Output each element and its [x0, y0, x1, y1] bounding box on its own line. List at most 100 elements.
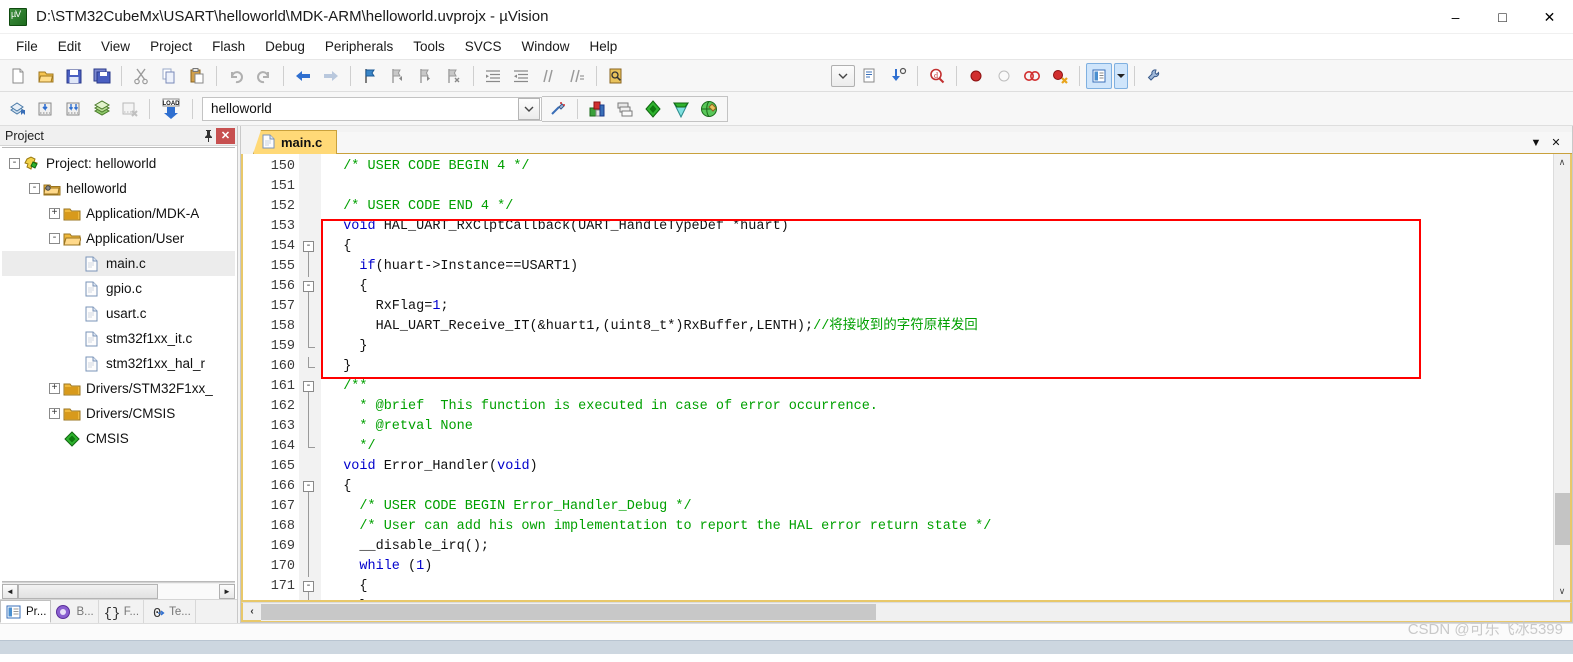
menu-item-tools[interactable]: Tools	[403, 36, 455, 57]
code-line[interactable]: * @retval None	[321, 417, 1553, 437]
maximize-button[interactable]: □	[1479, 0, 1526, 34]
code-line[interactable]: {	[321, 237, 1553, 257]
hscroll-thumb[interactable]	[261, 603, 876, 620]
fold-marker-row[interactable]	[299, 317, 321, 337]
combo-dropdown-icon[interactable]	[831, 64, 855, 87]
fold-marker-row[interactable]: -	[299, 237, 321, 257]
fold-marker-row[interactable]	[299, 297, 321, 317]
menu-item-svcs[interactable]: SVCS	[455, 36, 512, 57]
fold-marker-row[interactable]	[299, 457, 321, 477]
code-line[interactable]: }	[321, 337, 1553, 357]
fold-collapse-icon[interactable]: -	[303, 581, 314, 592]
tree-item-cmsis[interactable]: CMSIS	[2, 426, 235, 451]
fold-marker-row[interactable]	[299, 557, 321, 577]
tab-list-dropdown-icon[interactable]: ▼	[1526, 133, 1546, 153]
open-file-icon[interactable]	[33, 63, 59, 89]
fold-marker-row[interactable]	[299, 517, 321, 537]
menu-item-file[interactable]: File	[6, 36, 48, 57]
panel-tab-te[interactable]: 0 Te...	[144, 600, 196, 623]
breakpoint-insert-icon[interactable]	[963, 63, 989, 89]
code-line[interactable]: {	[321, 277, 1553, 297]
fold-marker-row[interactable]	[299, 357, 321, 377]
uncomment-icon[interactable]	[564, 63, 590, 89]
expand-icon[interactable]: +	[49, 408, 60, 419]
pin-icon[interactable]	[200, 128, 216, 144]
navigate-forward-icon[interactable]	[318, 63, 344, 89]
vscroll-track[interactable]	[1553, 171, 1570, 583]
panel-tab-f[interactable]: {} F...	[99, 600, 145, 623]
fold-collapse-icon[interactable]: -	[303, 481, 314, 492]
menu-item-peripherals[interactable]: Peripherals	[315, 36, 403, 57]
menu-item-edit[interactable]: Edit	[48, 36, 91, 57]
tree-item-application-mdk-a[interactable]: + Application/MDK-A	[2, 201, 235, 226]
scroll-thumb[interactable]	[18, 583, 158, 599]
code-line[interactable]: */	[321, 437, 1553, 457]
bookmark-prev-icon[interactable]	[385, 63, 411, 89]
save-icon[interactable]	[61, 63, 87, 89]
editor-hscrollbar[interactable]: ‹	[241, 602, 1572, 622]
scroll-up-icon[interactable]: ∧	[1553, 154, 1570, 171]
menu-item-window[interactable]: Window	[511, 36, 579, 57]
save-all-icon[interactable]	[89, 63, 115, 89]
editor-tab-main-c[interactable]: main.c	[253, 130, 338, 154]
fold-marker-row[interactable]	[299, 257, 321, 277]
fold-marker-row[interactable]	[299, 437, 321, 457]
tree-item-usart-c[interactable]: usart.c	[2, 301, 235, 326]
code-line[interactable]: * @brief This function is executed in ca…	[321, 397, 1553, 417]
code-line[interactable]	[321, 177, 1553, 197]
close-button[interactable]: ✕	[1526, 0, 1573, 34]
stop-build-icon[interactable]	[117, 96, 143, 122]
manage-run-time-env-icon[interactable]	[640, 96, 666, 122]
cut-icon[interactable]	[128, 63, 154, 89]
editor-vscrollbar[interactable]: ∧ ∨	[1553, 154, 1570, 600]
build-icon[interactable]	[33, 96, 59, 122]
code-line[interactable]: HAL_UART_Receive_IT(&huart1,(uint8_t*)Rx…	[321, 317, 1553, 337]
redo-icon[interactable]	[251, 63, 277, 89]
tree-item-application-user[interactable]: - Application/User	[2, 226, 235, 251]
configure-icon[interactable]	[1141, 63, 1167, 89]
scroll-right-icon[interactable]: ►	[219, 583, 235, 599]
find-in-files-icon[interactable]	[603, 63, 629, 89]
translate-icon[interactable]	[5, 96, 31, 122]
fold-marker-row[interactable]: -	[299, 277, 321, 297]
copy-icon[interactable]	[156, 63, 182, 89]
scroll-left-icon[interactable]: ‹	[243, 603, 261, 621]
hscroll-track[interactable]	[261, 602, 1570, 621]
expand-icon[interactable]: +	[49, 208, 60, 219]
code-line[interactable]: void Error_Handler(void)	[321, 457, 1553, 477]
fold-margin[interactable]: - - - - -	[299, 154, 321, 600]
menu-item-project[interactable]: Project	[140, 36, 202, 57]
indent-increase-icon[interactable]	[480, 63, 506, 89]
collapse-icon[interactable]: -	[9, 158, 20, 169]
bookmark-toggle-icon[interactable]	[357, 63, 383, 89]
paste-icon[interactable]	[184, 63, 210, 89]
breakpoints-kill-all-icon[interactable]	[1047, 63, 1073, 89]
fold-marker-row[interactable]	[299, 597, 321, 600]
code-line[interactable]: RxFlag=1;	[321, 297, 1553, 317]
undo-icon[interactable]	[223, 63, 249, 89]
code-line[interactable]: /**	[321, 377, 1553, 397]
fold-marker-row[interactable]	[299, 197, 321, 217]
select-software-packs-icon[interactable]	[668, 96, 694, 122]
panel-tab-pr[interactable]: Pr...	[0, 600, 52, 623]
code-line[interactable]: {	[321, 577, 1553, 597]
tree-item-project-helloworld[interactable]: - Project: helloworld	[2, 151, 235, 176]
navigate-back-icon[interactable]	[290, 63, 316, 89]
tree-item-stm32f1xx-it-c[interactable]: stm32f1xx_it.c	[2, 326, 235, 351]
scroll-left-icon[interactable]: ◄	[2, 583, 18, 599]
code-line[interactable]: }	[321, 597, 1553, 600]
bookmark-clear-icon[interactable]	[441, 63, 467, 89]
comment-icon[interactable]	[536, 63, 562, 89]
fold-collapse-icon[interactable]: -	[303, 281, 314, 292]
chevron-down-icon[interactable]	[518, 97, 540, 120]
code-line[interactable]: /* USER CODE BEGIN Error_Handler_Debug *…	[321, 497, 1553, 517]
vscroll-thumb[interactable]	[1554, 493, 1570, 545]
target-selector[interactable]: helloworld	[202, 96, 542, 121]
fold-marker-row[interactable]: -	[299, 377, 321, 397]
collapse-icon[interactable]: -	[29, 183, 40, 194]
fold-marker-row[interactable]	[299, 417, 321, 437]
menu-item-view[interactable]: View	[91, 36, 140, 57]
fold-marker-row[interactable]	[299, 337, 321, 357]
fold-marker-row[interactable]	[299, 157, 321, 177]
target-options-icon[interactable]	[584, 96, 610, 122]
